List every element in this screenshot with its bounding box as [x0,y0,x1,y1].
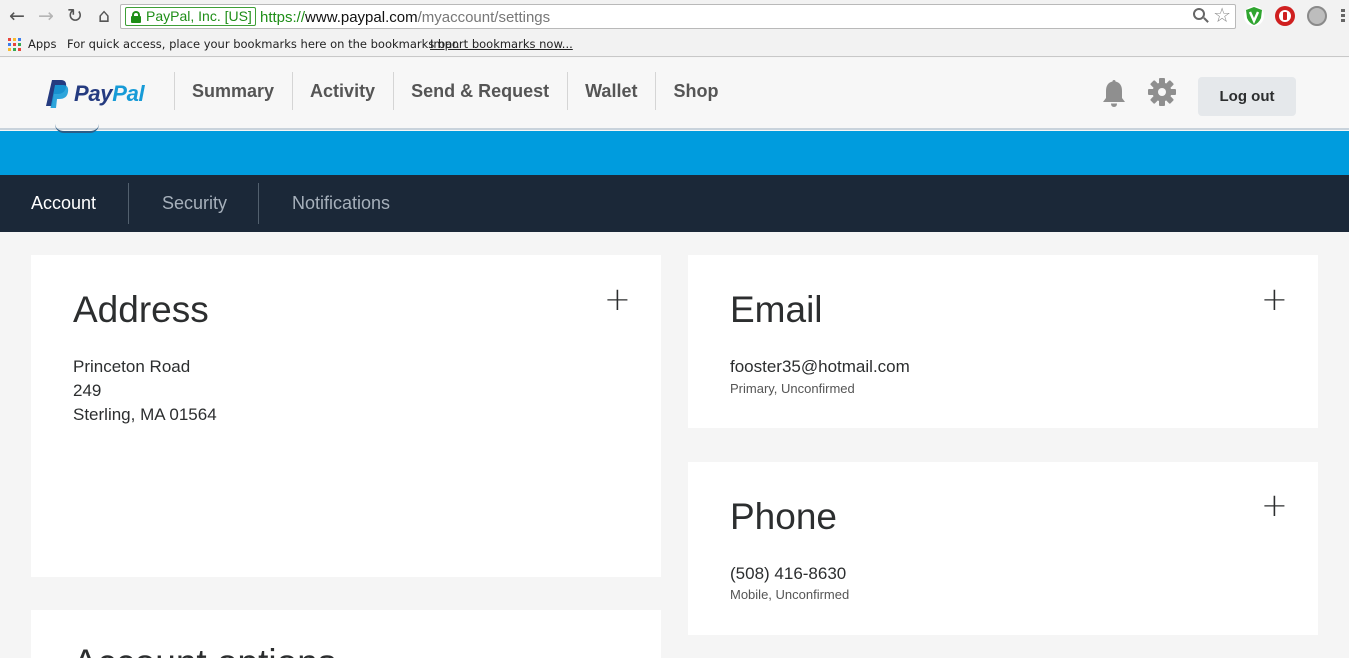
address-line-3: Sterling, MA 01564 [73,405,217,424]
forward-arrow-icon[interactable]: → [35,5,57,27]
address-line-1: Princeton Road [73,357,191,376]
tab-notifications[interactable]: Notifications [292,175,390,232]
menu-icon[interactable] [1341,9,1345,25]
gear-icon[interactable] [1148,78,1176,106]
paypal-logo[interactable]: PayPal [45,78,145,110]
email-title: Email [730,289,823,330]
logout-button[interactable]: Log out [1198,77,1296,116]
email-address: fooster35@hotmail.com [730,357,910,376]
tab-account[interactable]: Account [31,175,96,232]
bookmarks-bar: Apps For quick access, place your bookma… [0,33,1349,57]
address-title: Address [73,289,209,330]
security-badge-label: PayPal, Inc. [US] [146,8,252,24]
url-scheme: https:// [260,9,306,26]
reload-icon[interactable]: ↻ [64,5,86,27]
avatar[interactable] [55,124,99,133]
email-card: Email + fooster35@hotmail.com Primary, U… [688,255,1318,428]
back-arrow-icon[interactable]: ← [6,5,28,27]
address-line-2: 249 [73,381,102,400]
account-options-title: Account options [73,642,336,658]
nav-summary[interactable]: Summary [174,72,292,110]
import-bookmarks-link[interactable]: Import bookmarks now... [430,37,573,51]
add-phone-plus-icon[interactable]: + [1261,489,1288,521]
bell-icon[interactable] [1101,78,1127,108]
nav-shop[interactable]: Shop [655,72,736,110]
tab-divider [128,183,129,224]
add-address-plus-icon[interactable]: + [604,283,631,315]
nav-send-request[interactable]: Send & Request [393,72,567,110]
url-path: /myaccount/settings [417,9,551,26]
address-bar[interactable]: PayPal, Inc. [US] https://www.paypal.com… [120,4,1236,29]
tab-divider [258,183,259,224]
main-navigation: Summary Activity Send & Request Wallet S… [174,72,736,110]
stop-extension-icon[interactable] [1275,6,1295,26]
address-card: Address + Princeton Road 249 Sterling, M… [31,255,661,577]
nav-activity[interactable]: Activity [292,72,393,110]
phone-title: Phone [730,496,837,537]
url-text[interactable]: https://www.paypal.com/myaccount/setting… [260,8,550,27]
url-host: www.paypal.com [305,9,418,26]
paypal-header: PayPal Summary Activity Send & Request W… [0,58,1349,130]
star-icon[interactable]: ☆ [1213,5,1231,27]
logo-pay-text: Pay [74,81,113,106]
browser-toolbar: ← → ↻ ⌂ PayPal, Inc. [US] https://www.pa… [0,0,1349,33]
account-options-card: Account options [31,610,661,658]
globe-extension-icon[interactable] [1307,6,1327,26]
add-email-plus-icon[interactable]: + [1261,283,1288,315]
tab-security[interactable]: Security [162,175,227,232]
zoom-icon[interactable] [1193,8,1209,24]
shield-extension-icon[interactable] [1244,6,1264,26]
apps-shortcut[interactable]: Apps [28,37,56,51]
nav-wallet[interactable]: Wallet [567,72,655,110]
phone-status: Mobile, Unconfirmed [730,587,850,602]
lock-icon [131,11,141,23]
email-status: Primary, Unconfirmed [730,381,855,396]
logo-pal-text: Pal [112,81,145,106]
phone-number: (508) 416-8630 [730,564,847,583]
phone-card: Phone + (508) 416-8630 Mobile, Unconfirm… [688,462,1318,635]
profile-banner [0,131,1349,175]
bookmarks-hint: For quick access, place your bookmarks h… [67,37,460,51]
settings-tab-bar: Account Security Notifications [0,175,1349,232]
security-badge[interactable]: PayPal, Inc. [US] [125,7,256,26]
apps-icon[interactable] [8,38,21,51]
home-icon[interactable]: ⌂ [93,5,115,27]
paypal-p-icon [45,79,69,109]
